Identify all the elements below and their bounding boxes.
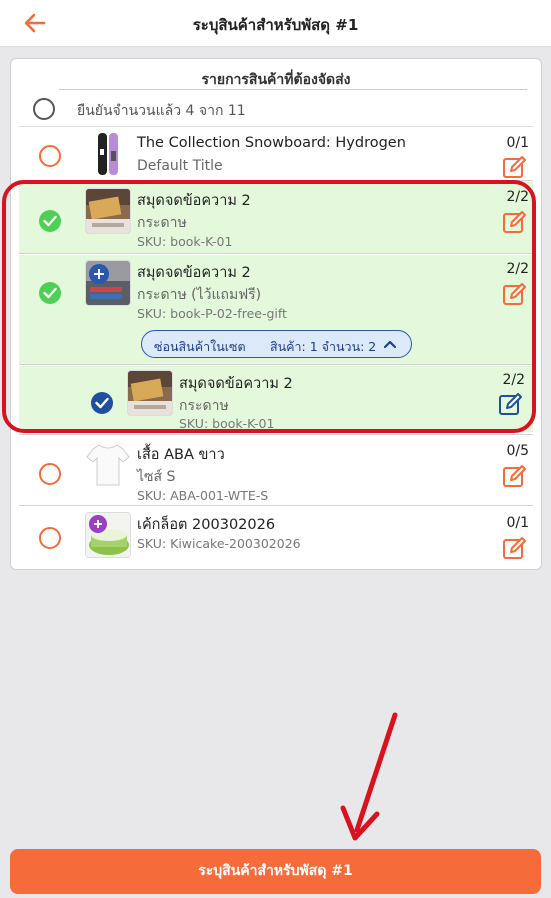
product-name: เสื้อ ABA ขาว [137,447,225,463]
product-variant: Default Title [137,158,223,174]
product-quantity: 0/1 [506,135,529,151]
edit-icon[interactable] [502,536,528,560]
product-thumbnail [85,512,131,558]
page-title: ระบุสินค้าสำหรับพัสดุ #1 [192,16,359,34]
check-circle-icon[interactable] [39,210,61,232]
unchecked-circle-icon[interactable] [39,527,61,549]
edit-icon[interactable] [502,155,528,179]
confirm-count-label: ยืนยันจำนวนแล้ว 4 จาก 11 [77,103,246,119]
edit-icon[interactable] [502,464,528,488]
edit-icon[interactable] [502,210,528,234]
product-quantity: 0/5 [506,443,529,459]
check-circle-icon[interactable] [91,392,113,414]
product-variant: กระดาษ [179,398,229,414]
product-quantity: 2/2 [506,261,529,277]
bundle-toggle-label: ซ่อนสินค้าในเซต [154,339,246,354]
card-title: รายการสินค้าที่ต้องจัดส่ง [201,72,351,88]
product-name: The Collection Snowboard: Hydrogen [137,135,406,151]
unchecked-circle-icon[interactable] [39,145,61,167]
list-item-bundle-child[interactable]: สมุดจดข้อความ 2 กระดาษ SKU: book-K-01 2/… [19,366,533,432]
product-sku: SKU: Kiwicake-200302026 [137,536,301,551]
product-sku: SKU: ABA-001-WTE-S [137,488,269,503]
confirm-all-row[interactable]: ยืนยันจำนวนแล้ว 4 จาก 11 [19,91,533,127]
product-name: เค้กล็อต 200302026 [137,517,276,533]
product-sku: SKU: book-K-01 [179,416,275,431]
bundle-summary: สินค้า: 1 จำนวน: 2 [270,339,377,354]
bundle-toggle-button[interactable]: ซ่อนสินค้าในเซต สินค้า: 1 จำนวน: 2 [141,330,412,358]
product-thumbnail [85,188,131,234]
annotation-arrow-icon [340,712,398,841]
list-item[interactable]: The Collection Snowboard: Hydrogen Defau… [19,129,533,181]
product-thumbnail [127,370,173,416]
divider [59,89,527,90]
top-bar: ระบุสินค้าสำหรับพัสดุ #1 [0,0,551,47]
product-name: สมุดจดข้อความ 2 [137,265,251,281]
product-thumbnail [85,260,131,306]
product-variant: กระดาษ (ไว้แถมฟรี) [137,287,262,303]
product-variant: ไซส์ S [137,469,176,485]
items-card: รายการสินค้าที่ต้องจัดส่ง ยืนยันจำนวนแล้… [10,58,542,570]
list-item[interactable]: เสื้อ ABA ขาว ไซส์ S SKU: ABA-001-WTE-S … [19,434,533,506]
product-sku: SKU: book-P-02-free-gift [137,306,287,321]
confirm-package-button[interactable]: ระบุสินค้าสำหรับพัสดุ #1 [10,849,541,894]
product-thumbnail [85,131,131,177]
product-variant: กระดาษ [137,215,187,231]
product-thumbnail [85,441,131,487]
product-name: สมุดจดข้อความ 2 [179,376,293,392]
product-quantity: 2/2 [506,189,529,205]
product-quantity: 2/2 [502,372,525,388]
chevron-up-icon [383,340,397,349]
check-circle-icon[interactable] [39,282,61,304]
product-sku: SKU: book-K-01 [137,234,233,249]
edit-icon[interactable] [498,392,524,416]
product-name: สมุดจดข้อความ 2 [137,193,251,209]
unchecked-circle-icon[interactable] [39,463,61,485]
confirm-radio[interactable] [33,98,55,120]
edit-icon[interactable] [502,282,528,306]
product-quantity: 0/1 [506,515,529,531]
list-item[interactable]: สมุดจดข้อความ 2 กระดาษ SKU: book-K-01 2/… [19,182,533,254]
list-item[interactable]: เค้กล็อต 200302026 SKU: Kiwicake-2003020… [19,507,533,563]
